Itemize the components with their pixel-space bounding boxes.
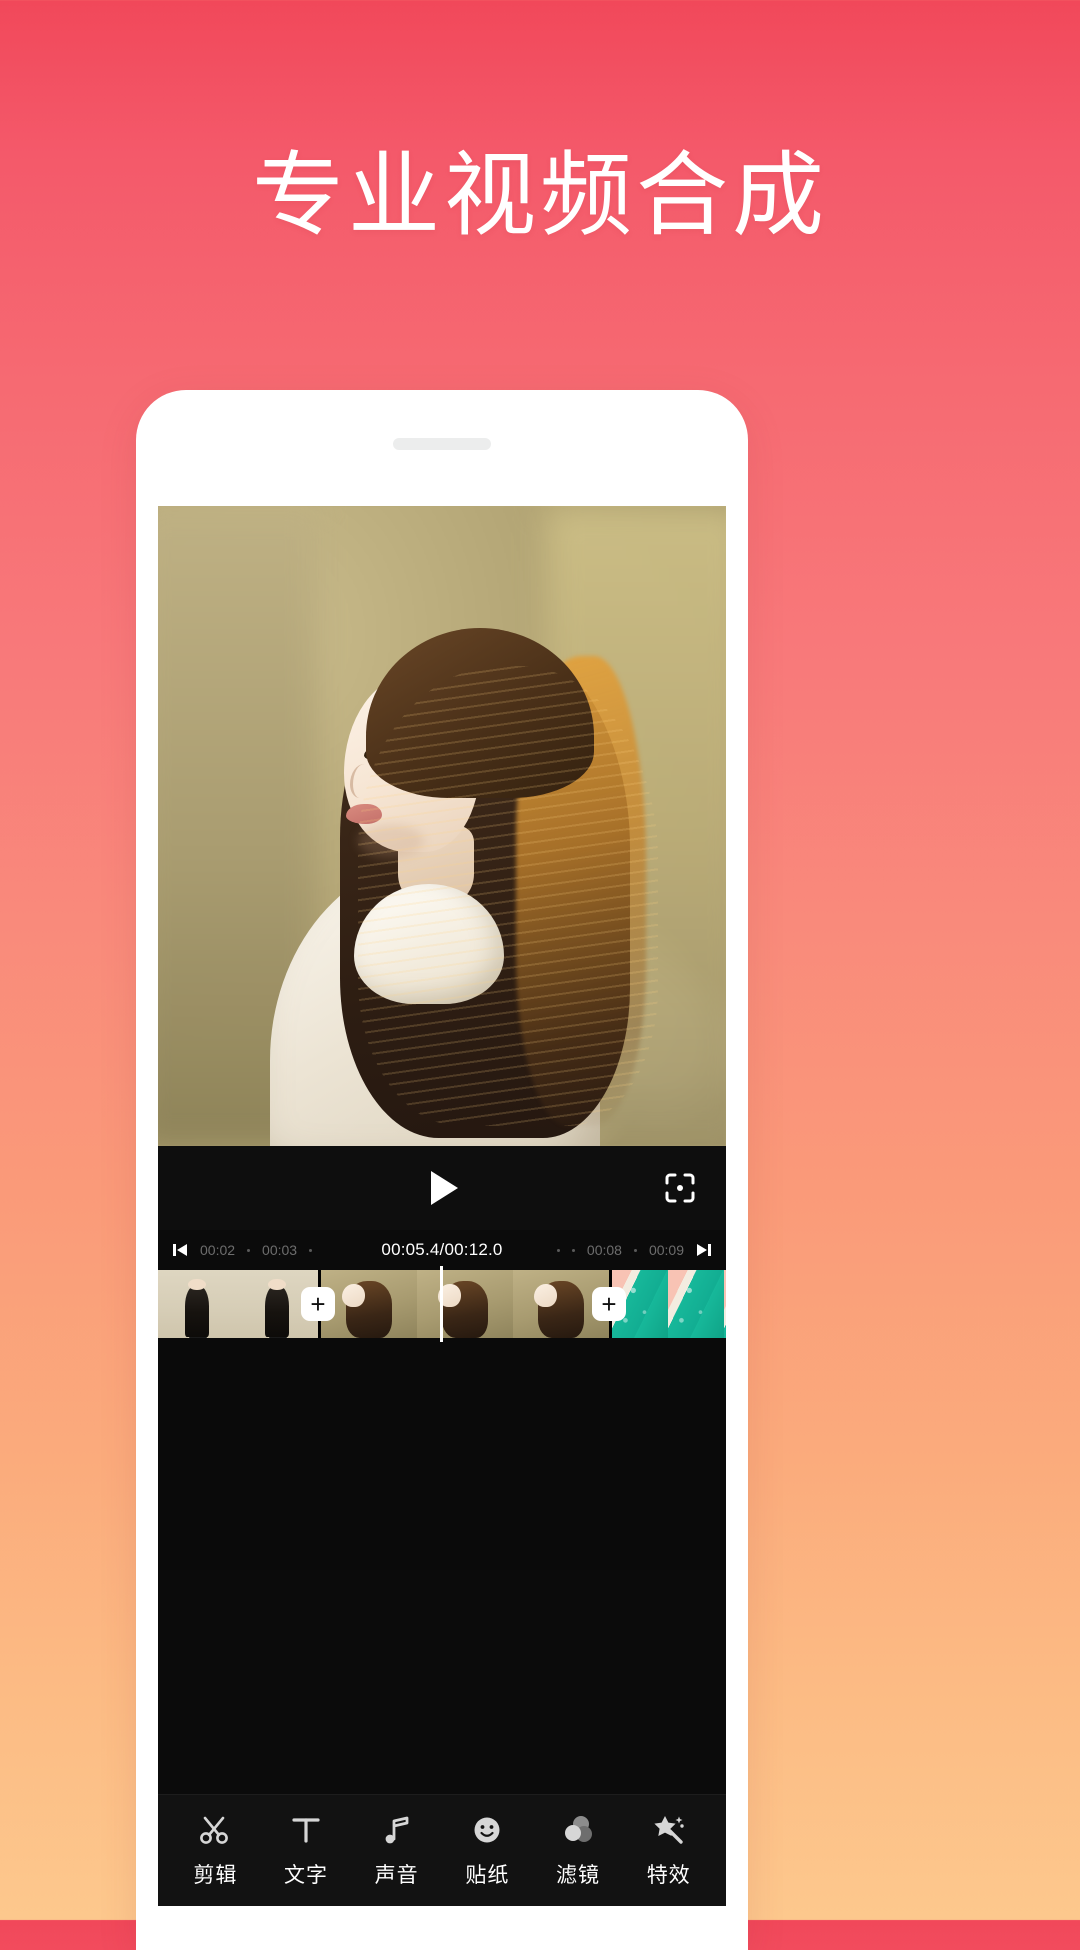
toolbar-label: 滤镜 [556, 1862, 601, 1887]
clip-thumbnail [668, 1270, 724, 1338]
play-button[interactable] [420, 1166, 464, 1210]
sticker-smiley-icon [470, 1813, 504, 1847]
clip-thumbnail [724, 1270, 726, 1338]
ruler-tick: 00:03 [262, 1242, 298, 1258]
toolbar-label: 声音 [374, 1862, 419, 1887]
phone-mockup: 00:02 00:03 00:05.4/00:12.0 00:08 00:09 [136, 390, 748, 1950]
clip-thumbnail [321, 1270, 417, 1338]
timeline-empty-area [158, 1338, 726, 1570]
ruler-right-ticks: 00:08 00:09 [513, 1242, 712, 1258]
toolbar-item-audio[interactable]: 声音 [351, 1813, 442, 1889]
toolbar-label: 文字 [284, 1862, 328, 1887]
toolbar-item-text[interactable]: 文字 [261, 1813, 352, 1889]
clip-thumbnail [158, 1270, 238, 1338]
ruler-tick-dot [247, 1248, 251, 1252]
ruler-left-ticks: 00:02 00:03 [172, 1242, 371, 1258]
ruler-tick: 00:09 [648, 1242, 685, 1258]
app-screen: 00:02 00:03 00:05.4/00:12.0 00:08 00:09 [158, 506, 726, 1906]
ruler-tick-dot [556, 1248, 560, 1252]
subject-lips [346, 804, 382, 824]
skip-to-end-button[interactable] [696, 1242, 712, 1258]
toolbar-item-effects[interactable]: 特效 [623, 1813, 714, 1889]
clip-thumbnail [417, 1270, 513, 1338]
ruler-tick-dot [309, 1248, 313, 1252]
fullscreen-button[interactable] [658, 1166, 702, 1210]
timeline-ruler: 00:02 00:03 00:05.4/00:12.0 00:08 00:09 [158, 1230, 726, 1270]
crop-frame-icon [665, 1173, 695, 1203]
skip-start-icon [173, 1244, 187, 1256]
text-icon [289, 1813, 323, 1847]
page-title: 专业视频合成 [251, 142, 828, 249]
editor-toolbar: 剪辑 文字 声音 贴纸 滤镜 特效 [158, 1794, 726, 1906]
magic-wand-icon [652, 1813, 686, 1847]
ruler-tick-dot [571, 1248, 575, 1252]
ruler-tick: 00:02 [200, 1242, 236, 1258]
ruler-tick: 00:08 [586, 1242, 622, 1258]
timeline-clip[interactable]: + [609, 1270, 726, 1338]
add-transition-button[interactable]: + [592, 1287, 626, 1321]
timeline-clip[interactable]: + [158, 1270, 335, 1338]
timeline-clip[interactable]: + [318, 1270, 626, 1338]
toolbar-label: 特效 [646, 1862, 691, 1887]
toolbar-label: 贴纸 [465, 1862, 510, 1887]
subject-chin-shadow [358, 824, 424, 858]
add-transition-button[interactable]: + [301, 1287, 335, 1321]
player-control-bar [158, 1146, 726, 1230]
earpiece-speaker-icon [393, 438, 491, 450]
toolbar-item-filter[interactable]: 滤镜 [533, 1813, 624, 1889]
toolbar-label: 剪辑 [193, 1862, 238, 1887]
filter-circles-icon [561, 1813, 595, 1847]
subject-nose [350, 764, 374, 798]
toolbar-item-trim[interactable]: 剪辑 [170, 1813, 261, 1889]
skip-to-start-button[interactable] [172, 1242, 188, 1258]
ruler-tick-dot [633, 1248, 637, 1252]
play-icon [431, 1171, 458, 1205]
timecode-display: 00:05.4/00:12.0 [381, 1240, 503, 1259]
timeline-playhead[interactable] [440, 1266, 443, 1342]
toolbar-item-sticker[interactable]: 贴纸 [442, 1813, 533, 1889]
video-preview[interactable] [158, 506, 726, 1146]
skip-end-icon [697, 1244, 712, 1256]
scissors-icon [198, 1813, 232, 1847]
music-note-icon [380, 1813, 414, 1847]
